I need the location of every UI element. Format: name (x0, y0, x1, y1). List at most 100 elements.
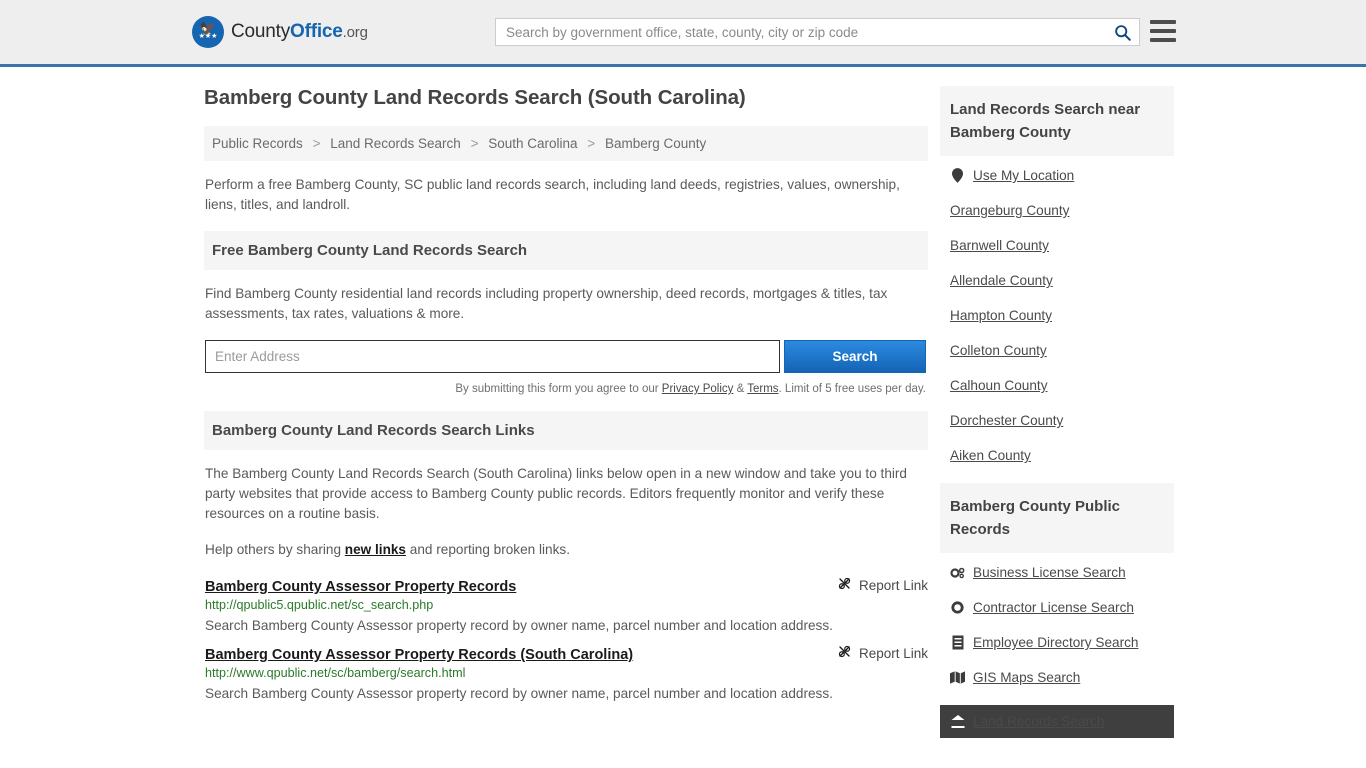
sidebar-link-label[interactable]: Use My Location (973, 168, 1074, 183)
hamburger-bar-3 (1150, 38, 1176, 42)
document-icon (950, 635, 965, 650)
sidebar: Land Records Search near Bamberg County … (940, 86, 1174, 758)
map-pin-icon (950, 168, 965, 183)
sidebar-item-calhoun-county[interactable]: Calhoun County (950, 378, 1174, 393)
link-result-item: Bamberg County Assessor Property Records… (205, 576, 928, 638)
help-prefix: Help others by sharing (205, 542, 345, 557)
map-icon (950, 670, 965, 685)
free-search-heading: Free Bamberg County Land Records Search (204, 231, 928, 270)
hamburger-bar-2 (1150, 29, 1176, 33)
page-body: Bamberg County Land Records Search (Sout… (0, 67, 1366, 758)
sidebar-item-orangeburg-county[interactable]: Orangeburg County (950, 203, 1174, 218)
page-title: Bamberg County Land Records Search (Sout… (204, 86, 746, 109)
landmark-icon (950, 714, 965, 729)
content-columns: Bamberg County Land Records Search (Sout… (0, 86, 1366, 758)
help-suffix: and reporting broken links. (406, 542, 570, 557)
search-links-description: The Bamberg County Land Records Search (… (205, 466, 907, 521)
stars-glyph: ★★★ (198, 32, 218, 40)
gears-icon (950, 565, 965, 580)
breadcrumb-item-land-records-search[interactable]: Land Records Search (330, 136, 461, 151)
report-link-button[interactable]: Report Link (823, 576, 928, 594)
report-link-label: Report Link (858, 645, 928, 661)
breadcrumb-separator-1: > (312, 136, 321, 151)
link-result-description: Search Bamberg County Assessor property … (205, 686, 833, 701)
legal-suffix: . Limit of 5 free uses per day. (778, 383, 926, 395)
sidebar-item-colleton-county[interactable]: Colleton County (950, 343, 1174, 358)
sidebar-item-employee-directory-search[interactable]: Employee Directory Search (950, 635, 1174, 650)
link-result-url[interactable]: http://www.qpublic.net/sc/bamberg/search… (205, 666, 928, 680)
breadcrumb-item-south-carolina[interactable]: South Carolina (488, 136, 577, 151)
sidebar-link-label[interactable]: Business License Search (973, 565, 1126, 580)
logo-text: CountyOffice.org (231, 21, 368, 43)
sidebar-item-allendale-county[interactable]: Allendale County (950, 273, 1174, 288)
link-result-title[interactable]: Bamberg County Assessor Property Records… (205, 647, 633, 663)
sidebar-item-business-license-search[interactable]: Business License Search (950, 565, 1174, 580)
logo-text-office: Office (290, 21, 343, 42)
site-logo[interactable]: 🦅 ★★★ CountyOffice.org (192, 16, 368, 48)
new-links-link[interactable]: new links (345, 542, 406, 557)
global-search-bar[interactable] (495, 18, 1140, 46)
hamburger-bar-1 (1150, 20, 1176, 24)
page-intro-text: Perform a free Bamberg County, SC public… (205, 177, 900, 212)
link-result-title[interactable]: Bamberg County Assessor Property Records (205, 579, 516, 595)
sidebar-link-label[interactable]: Allendale County (950, 273, 1053, 288)
sidebar-link-label[interactable]: Orangeburg County (950, 203, 1069, 218)
countyoffice-emblem-icon: 🦅 ★★★ (192, 16, 224, 48)
hamburger-menu-icon[interactable] (1150, 20, 1176, 42)
link-result-item: Bamberg County Assessor Property Records… (205, 644, 928, 706)
breadcrumb-item-public-records[interactable]: Public Records (212, 136, 303, 151)
free-search-description: Find Bamberg County residential land rec… (205, 286, 888, 321)
broken-link-icon (837, 576, 852, 594)
sidebar-link-label[interactable]: Hampton County (950, 308, 1052, 323)
sidebar-item-gis-maps-search[interactable]: GIS Maps Search (950, 670, 1174, 685)
sidebar-item-use-my-location[interactable]: Use My Location (950, 168, 1174, 183)
link-result-url[interactable]: http://qpublic5.qpublic.net/sc_search.ph… (205, 598, 928, 612)
terms-link[interactable]: Terms (747, 383, 778, 395)
eagle-glyph: 🦅 (199, 20, 217, 36)
link-result-header: Bamberg County Assessor Property Records… (205, 576, 928, 596)
address-search-form: Search (205, 340, 928, 373)
sidebar-link-label[interactable]: Aiken County (950, 448, 1031, 463)
site-header: 🦅 ★★★ CountyOffice.org (0, 0, 1366, 67)
sidebar-link-label[interactable]: Contractor License Search (973, 600, 1134, 615)
sidebar-public-records-list: Business License Search Contractor Licen… (940, 565, 1174, 738)
legal-prefix: By submitting this form you agree to our (455, 383, 662, 395)
sidebar-item-barnwell-county[interactable]: Barnwell County (950, 238, 1174, 253)
main-column: Bamberg County Land Records Search (Sout… (204, 86, 928, 758)
sidebar-item-land-records-search[interactable]: Land Records Search (940, 705, 1174, 738)
sidebar-link-label[interactable]: Employee Directory Search (973, 635, 1138, 650)
logo-text-org: .org (342, 24, 368, 41)
breadcrumb-item-bamberg-county[interactable]: Bamberg County (605, 136, 706, 151)
address-input[interactable] (205, 340, 780, 373)
logo-text-county: County (231, 21, 291, 42)
search-button[interactable]: Search (784, 340, 926, 373)
gear-icon (950, 600, 965, 615)
link-result-description: Search Bamberg County Assessor property … (205, 618, 833, 633)
report-link-button[interactable]: Report Link (823, 644, 928, 662)
sidebar-nearby-list: Use My Location Orangeburg County Barnwe… (940, 168, 1174, 463)
form-legal-text: By submitting this form you agree to our… (204, 383, 926, 395)
sidebar-item-dorchester-county[interactable]: Dorchester County (950, 413, 1174, 428)
breadcrumb-separator-2: > (470, 136, 479, 151)
link-result-header: Bamberg County Assessor Property Records… (205, 644, 928, 664)
sidebar-link-label[interactable]: Colleton County (950, 343, 1047, 358)
search-icon[interactable] (1105, 19, 1139, 45)
privacy-policy-link[interactable]: Privacy Policy (662, 383, 734, 395)
sidebar-public-records-heading: Bamberg County Public Records (940, 483, 1174, 553)
report-link-label: Report Link (858, 577, 928, 593)
sidebar-item-hampton-county[interactable]: Hampton County (950, 308, 1174, 323)
search-input[interactable] (496, 24, 1105, 40)
sidebar-item-contractor-license-search[interactable]: Contractor License Search (950, 600, 1174, 615)
sidebar-nearby-heading: Land Records Search near Bamberg County (940, 86, 1174, 156)
sidebar-link-label[interactable]: Barnwell County (950, 238, 1049, 253)
breadcrumb: Public Records > Land Records Search > S… (204, 126, 928, 161)
search-links-heading: Bamberg County Land Records Search Links (204, 411, 928, 450)
sidebar-link-label[interactable]: GIS Maps Search (973, 670, 1080, 685)
breadcrumb-separator-3: > (587, 136, 596, 151)
broken-link-icon (837, 644, 852, 662)
legal-amp: & (733, 383, 748, 395)
sidebar-link-label[interactable]: Calhoun County (950, 378, 1048, 393)
sidebar-link-label[interactable]: Dorchester County (950, 413, 1063, 428)
sidebar-link-label[interactable]: Land Records Search (973, 714, 1104, 729)
sidebar-item-aiken-county[interactable]: Aiken County (950, 448, 1174, 463)
